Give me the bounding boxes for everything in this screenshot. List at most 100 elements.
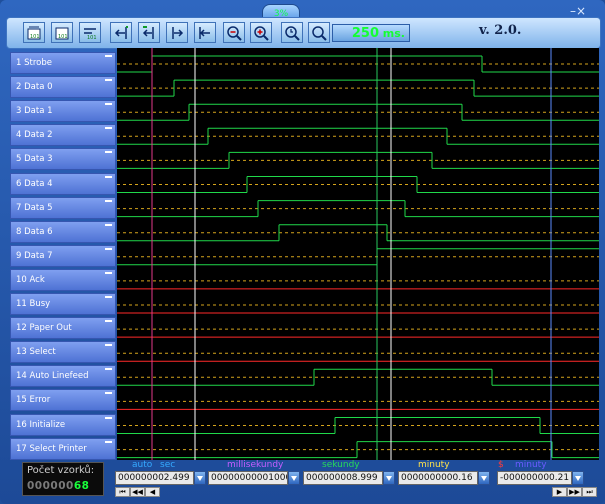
channel-toggle-icon[interactable] xyxy=(105,55,112,57)
channel-toggle-icon[interactable] xyxy=(105,79,112,82)
channel-label[interactable]: 5 Data 3 xyxy=(10,148,116,171)
channel-toggle-icon[interactable] xyxy=(105,199,112,202)
channel-label-text: 13 Select xyxy=(16,347,56,358)
dropdown-sekundy[interactable] xyxy=(383,471,395,485)
channel-toggle-icon[interactable] xyxy=(105,416,112,419)
zoom-fit-button[interactable] xyxy=(308,22,330,43)
waveform-plot[interactable] xyxy=(117,48,599,460)
open-data-button[interactable]: 101 xyxy=(23,22,45,43)
channel-toggle-icon[interactable] xyxy=(105,175,112,178)
window-controls[interactable]: –× xyxy=(570,4,586,18)
channel-label[interactable]: 10 Ack xyxy=(10,268,116,291)
channel-label[interactable]: 14 Auto Linefeed xyxy=(10,365,116,388)
channel-label[interactable]: 2 Data 0 xyxy=(10,76,116,99)
channel-label[interactable]: 8 Data 6 xyxy=(10,220,116,243)
channel-label-text: 10 Ack xyxy=(16,274,45,285)
channel-label-text: 5 Data 3 xyxy=(16,154,53,165)
zoom-out-button[interactable] xyxy=(223,22,245,43)
field-millisekundy[interactable]: 00000000001000 xyxy=(208,471,288,485)
channel-toggle-icon[interactable] xyxy=(105,320,112,323)
step-forward-button[interactable] xyxy=(166,22,188,43)
channel-label[interactable]: 9 Data 7 xyxy=(10,244,116,267)
channel-toggle-icon[interactable] xyxy=(105,271,112,274)
channel-toggle-icon[interactable] xyxy=(105,223,112,226)
field-auto-sec[interactable]: 000000002.499 xyxy=(115,471,194,485)
step-back-button[interactable] xyxy=(138,22,160,43)
channel-label-text: 2 Data 0 xyxy=(16,82,53,93)
nav-first-button[interactable]: ⏮ xyxy=(115,487,130,497)
field-minuty[interactable]: 0000000000.16 xyxy=(398,471,478,485)
open-data-icon: 101 xyxy=(27,26,41,40)
channel-label-text: 6 Data 4 xyxy=(16,178,53,189)
channel-label[interactable]: 11 Busy xyxy=(10,293,116,315)
nav-forward-button[interactable]: ▶▶ xyxy=(567,487,582,497)
zoom-reset-button[interactable] xyxy=(281,22,303,43)
go-start-button[interactable] xyxy=(110,22,132,43)
field-sekundy[interactable]: 000000008.999 xyxy=(303,471,383,485)
nav-last-button[interactable]: ⏭ xyxy=(582,487,597,497)
channel-label[interactable]: 15 Error xyxy=(10,389,116,412)
version-label: v. 2.0. xyxy=(479,23,522,38)
channel-label[interactable]: 7 Data 5 xyxy=(10,196,116,219)
dropdown-auto-sec[interactable] xyxy=(194,471,206,485)
time-unit: ms. xyxy=(382,27,405,40)
svg-text:101: 101 xyxy=(30,34,40,40)
go-end-button[interactable] xyxy=(194,22,216,43)
channel-label[interactable]: 3 Data 1 xyxy=(10,100,116,123)
channel-label-text: 3 Data 1 xyxy=(16,106,53,117)
app-window: 3% 101 101 101 250 ms. v. 2.0. –× 1 Stro… xyxy=(0,0,605,504)
zoom-in-icon xyxy=(254,25,269,41)
nav-next-button[interactable]: ▶ xyxy=(552,487,567,497)
channel-toggle-icon[interactable] xyxy=(105,344,112,347)
step-forward-icon xyxy=(172,26,184,39)
channel-toggle-icon[interactable] xyxy=(105,127,112,130)
field-minuty-2[interactable]: -000000000.21 xyxy=(497,471,572,485)
channel-label-text: 4 Data 2 xyxy=(16,130,53,141)
nav-prev-button[interactable]: ◀ xyxy=(145,487,160,497)
go-end-icon xyxy=(199,26,210,39)
export-icon: 101 xyxy=(84,27,97,41)
channel-label-text: 7 Data 5 xyxy=(16,202,53,213)
time-value: 250 xyxy=(351,26,379,41)
minuty-label: minuty xyxy=(418,460,450,470)
channel-toggle-icon[interactable] xyxy=(105,247,112,250)
nav-rewind-button[interactable]: ◀◀ xyxy=(130,487,145,497)
sekundy-label: sekundy xyxy=(322,460,360,470)
channel-label-text: 16 Initialize xyxy=(16,419,66,430)
channel-label[interactable]: 13 Select xyxy=(10,341,116,364)
channel-label-text: 14 Auto Linefeed xyxy=(16,371,89,382)
channel-toggle-icon[interactable] xyxy=(105,103,112,106)
time-per-div-display[interactable]: 250 ms. xyxy=(332,24,410,42)
save-data-icon: 101 xyxy=(55,27,69,40)
export-button[interactable]: 101 xyxy=(79,22,101,43)
minuty-label-2: minuty xyxy=(515,460,547,470)
channel-label[interactable]: 17 Select Printer xyxy=(10,437,116,460)
save-data-button[interactable]: 101 xyxy=(51,22,73,43)
svg-text:101: 101 xyxy=(87,35,97,41)
dropdown-millisekundy[interactable] xyxy=(288,471,300,485)
channel-toggle-icon[interactable] xyxy=(105,368,112,371)
channel-label[interactable]: 6 Data 4 xyxy=(10,172,116,195)
channel-toggle-icon[interactable] xyxy=(105,296,112,298)
zoom-out-icon xyxy=(227,25,242,41)
channel-toggle-icon[interactable] xyxy=(105,151,112,154)
sec-label: sec xyxy=(160,460,176,470)
channel-toggle-icon[interactable] xyxy=(105,440,112,443)
sample-counter: Počet vzorků: 00000068 xyxy=(22,462,104,496)
step-back-icon xyxy=(142,25,154,39)
measurement-bar: auto sec millisekundy sekundy minuty $ m… xyxy=(112,460,599,500)
counter-zeros: 000000 xyxy=(27,480,74,492)
sample-counter-label: Počet vzorků: xyxy=(27,465,95,476)
channel-label[interactable]: 12 Paper Out xyxy=(10,317,116,340)
channel-label[interactable]: 4 Data 2 xyxy=(10,124,116,147)
channel-label[interactable]: 16 Initialize xyxy=(10,413,116,436)
sample-counter-value: 00000068 xyxy=(27,480,89,492)
channel-toggle-icon[interactable] xyxy=(105,392,112,395)
dropdown-minuty[interactable] xyxy=(478,471,490,485)
go-start-icon xyxy=(114,25,128,39)
channel-label[interactable]: 1 Strobe xyxy=(10,52,116,74)
dropdown-minuty-2[interactable] xyxy=(572,471,584,485)
auto-label: auto xyxy=(132,460,153,470)
channel-label-text: 11 Busy xyxy=(16,299,51,309)
zoom-in-button[interactable] xyxy=(250,22,272,43)
